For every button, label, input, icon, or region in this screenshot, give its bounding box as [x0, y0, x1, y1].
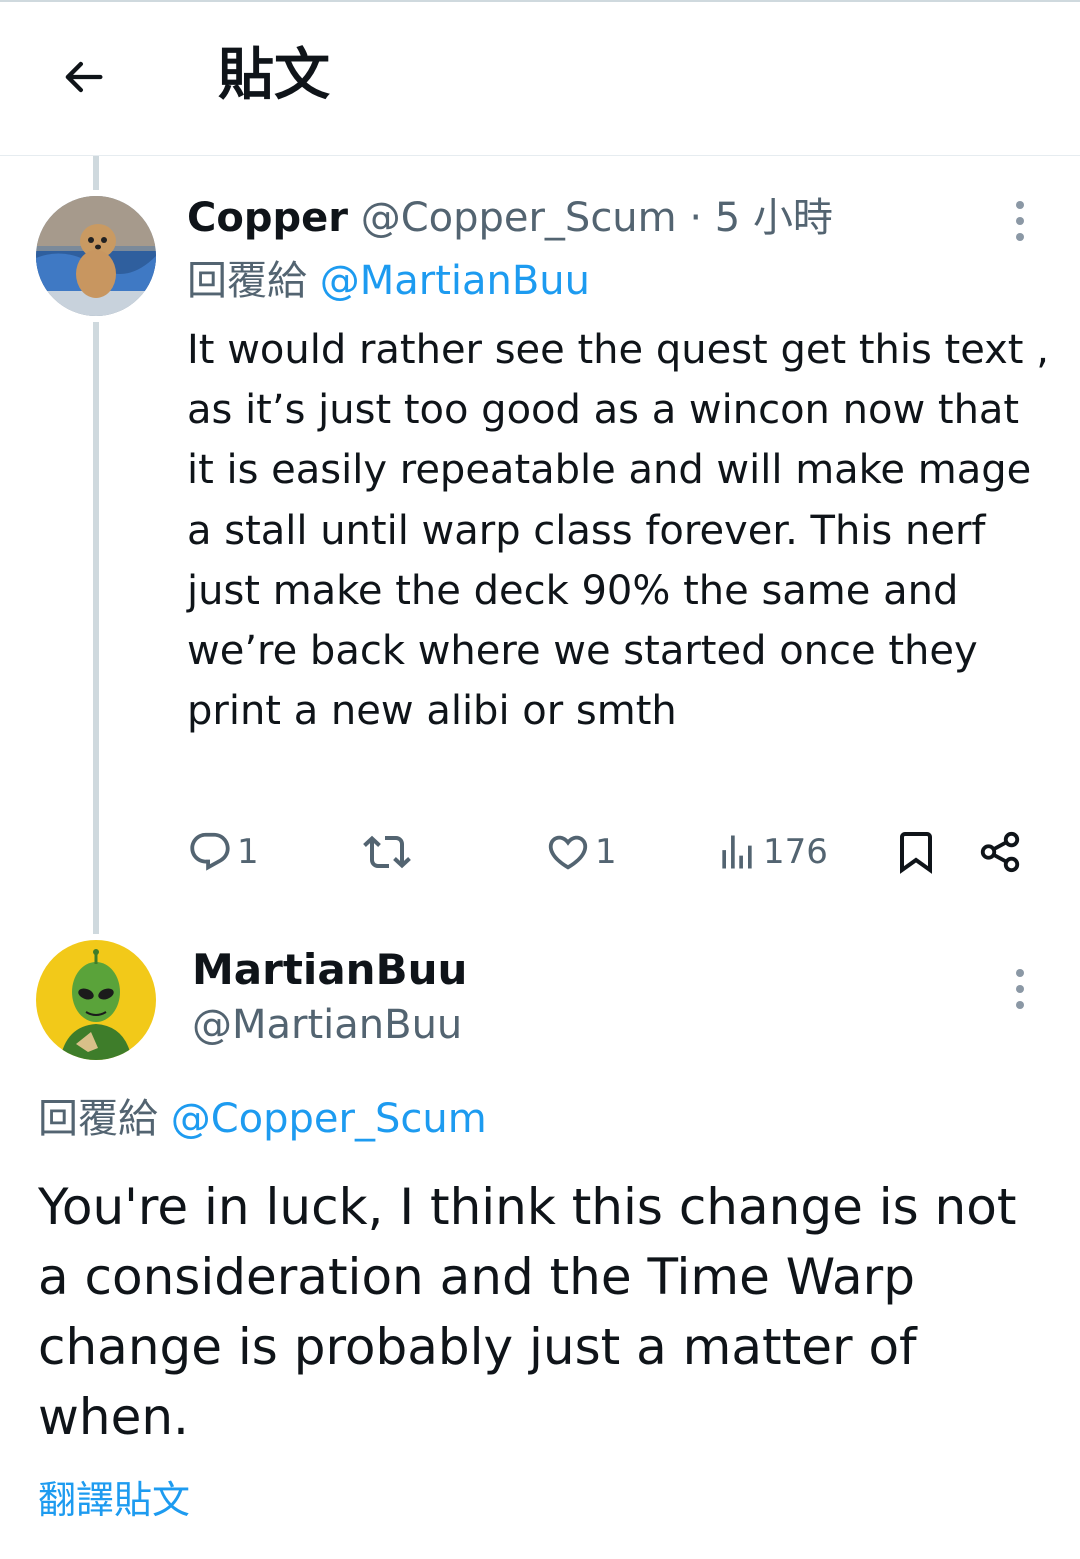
like-icon	[548, 835, 588, 870]
like-button[interactable]: 1	[545, 822, 617, 882]
repost-button[interactable]	[363, 822, 415, 882]
author-handle[interactable]: @MartianBuu	[192, 997, 462, 1053]
more-icon-dot	[1016, 217, 1024, 225]
avatar-martianbuu[interactable]	[36, 940, 156, 1060]
thread-line-top	[93, 156, 99, 190]
bookmark-icon	[900, 832, 932, 874]
repost-icon	[363, 835, 411, 869]
action-bar: 1 1 176	[187, 822, 1047, 882]
like-count: 1	[595, 832, 617, 872]
author-handle[interactable]: @Copper_Scum	[361, 195, 677, 241]
avatar-copper[interactable]	[36, 196, 156, 316]
main-tweet-text: You're in luck, I think this change is n…	[38, 1178, 1017, 1446]
back-button[interactable]	[48, 42, 118, 112]
more-button[interactable]	[1000, 186, 1040, 256]
views-icon	[722, 835, 752, 869]
reply-prefix: 回覆給	[187, 258, 307, 304]
back-arrow-icon	[65, 61, 103, 93]
more-icon-dot	[1016, 233, 1024, 241]
views-button[interactable]: 176	[715, 822, 828, 882]
app-header: 貼文	[0, 2, 1080, 156]
parent-tweet-text: It would rather see the quest get this t…	[187, 327, 1049, 735]
more-icon	[1016, 969, 1024, 977]
replying-to: 回覆給 @MartianBuu	[187, 252, 590, 310]
post-time: · 5 小時	[689, 195, 833, 241]
author-name[interactable]: MartianBuu	[192, 940, 467, 1000]
author-name[interactable]: Copper	[187, 195, 348, 241]
more-icon-dot	[1016, 1001, 1024, 1009]
page-title: 貼文	[218, 43, 330, 108]
share-icon	[980, 831, 1020, 873]
share-button[interactable]	[977, 822, 1023, 882]
more-icon	[1016, 201, 1024, 209]
reply-to-link[interactable]: @MartianBuu	[320, 258, 590, 304]
translate-link[interactable]: 翻譯貼文	[38, 1472, 190, 1528]
thread-line	[93, 322, 99, 934]
reply-prefix: 回覆給	[38, 1096, 158, 1142]
more-icon-dot	[1016, 985, 1024, 993]
reply-count: 1	[237, 832, 259, 872]
reply-button[interactable]: 1	[187, 822, 259, 882]
bookmark-button[interactable]	[892, 822, 940, 882]
reply-icon	[190, 832, 230, 871]
more-button[interactable]	[1000, 954, 1040, 1024]
parent-tweet-header: Copper @Copper_Scum · 5 小時	[187, 190, 833, 246]
replying-to: 回覆給 @Copper_Scum	[38, 1090, 487, 1148]
reply-to-link[interactable]: @Copper_Scum	[171, 1096, 487, 1142]
views-count: 176	[763, 832, 828, 872]
